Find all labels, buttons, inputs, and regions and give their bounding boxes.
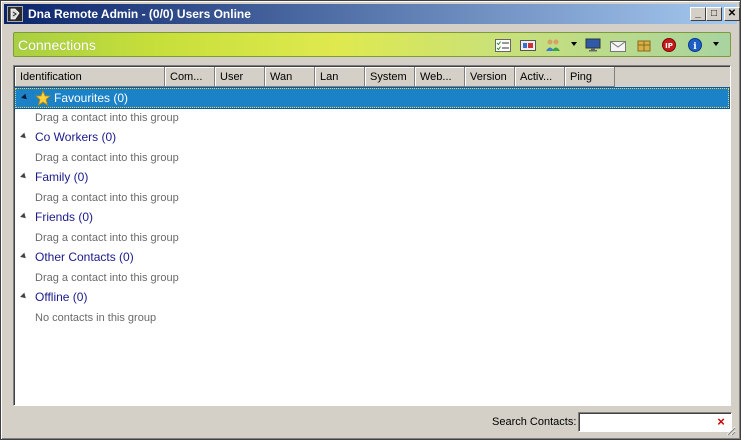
mail-icon[interactable] <box>610 38 626 52</box>
star-icon <box>35 90 51 106</box>
column-web[interactable]: Web... <box>415 67 465 87</box>
package-icon[interactable] <box>636 38 652 52</box>
users-dropdown-icon[interactable] <box>571 42 577 46</box>
connections-bar: Connections IP i <box>13 32 731 57</box>
group-label: Other Contacts (0) <box>35 250 134 264</box>
column-computer[interactable]: Com... <box>165 67 215 87</box>
group-other-contacts[interactable]: Other Contacts (0) <box>15 248 729 268</box>
group-offline[interactable]: Offline (0) <box>15 288 729 308</box>
ip-icon[interactable]: IP <box>661 38 677 52</box>
group-hint: Drag a contact into this group <box>35 272 179 284</box>
info-dropdown-icon[interactable] <box>713 42 719 46</box>
contacts-list[interactable]: Identification Com... User Wan Lan Syste… <box>13 65 731 406</box>
maximize-button[interactable]: □ <box>706 7 722 21</box>
group-co-workers[interactable]: Co Workers (0) <box>15 128 729 148</box>
group-family[interactable]: Family (0) <box>15 168 729 188</box>
svg-text:IP: IP <box>665 42 673 50</box>
column-system[interactable]: System <box>365 67 415 87</box>
group-hint: Drag a contact into this group <box>35 232 179 244</box>
column-ping[interactable]: Ping <box>565 67 615 87</box>
users-icon[interactable] <box>545 38 561 52</box>
window-title: Dna Remote Admin - (0/0) Users Online <box>28 7 251 21</box>
resize-grip-icon[interactable] <box>724 424 736 436</box>
group-label: Co Workers (0) <box>35 130 117 144</box>
status-bar: Search Contacts: × <box>4 410 737 437</box>
group-hint: Drag a contact into this group <box>35 152 179 164</box>
column-wan[interactable]: Wan <box>265 67 315 87</box>
collapse-arrow-icon[interactable] <box>20 292 28 301</box>
close-button[interactable]: ✕ <box>724 7 740 21</box>
search-input[interactable] <box>578 412 732 432</box>
group-favourites[interactable]: Favourites (0) <box>14 87 730 109</box>
column-lan[interactable]: Lan <box>315 67 365 87</box>
group-hint: Drag a contact into this group <box>35 192 179 204</box>
info-icon[interactable]: i <box>687 38 703 52</box>
minimize-button[interactable]: _ <box>690 7 706 21</box>
collapse-arrow-icon[interactable] <box>20 132 28 141</box>
app-window: Dna Remote Admin - (0/0) Users Online _ … <box>0 0 741 440</box>
column-identification[interactable]: Identification <box>15 67 165 87</box>
group-label: Friends (0) <box>35 210 94 224</box>
monitor-icon[interactable] <box>585 38 601 52</box>
group-label: Family (0) <box>35 170 89 184</box>
list-check-icon[interactable] <box>495 38 511 52</box>
collapse-arrow-icon[interactable] <box>21 93 29 102</box>
list-header: Identification Com... User Wan Lan Syste… <box>15 67 730 87</box>
collapse-arrow-icon[interactable] <box>20 252 28 261</box>
group-label: Offline (0) <box>35 290 88 304</box>
svg-text:i: i <box>693 42 697 52</box>
group-hint: No contacts in this group <box>35 312 157 324</box>
connections-title: Connections <box>18 37 96 53</box>
column-activity[interactable]: Activ... <box>515 67 565 87</box>
group-friends[interactable]: Friends (0) <box>15 208 729 228</box>
title-bar[interactable]: Dna Remote Admin - (0/0) Users Online _ … <box>4 4 740 24</box>
group-hint: Drag a contact into this group <box>35 112 179 124</box>
column-version[interactable]: Version <box>465 67 515 87</box>
app-logo-icon <box>7 6 23 22</box>
collapse-arrow-icon[interactable] <box>20 172 28 181</box>
column-user[interactable]: User <box>215 67 265 87</box>
search-label: Search Contacts: <box>492 416 577 428</box>
collapse-arrow-icon[interactable] <box>20 212 28 221</box>
device-icon[interactable] <box>520 38 536 52</box>
group-label: Favourites (0) <box>54 91 129 105</box>
